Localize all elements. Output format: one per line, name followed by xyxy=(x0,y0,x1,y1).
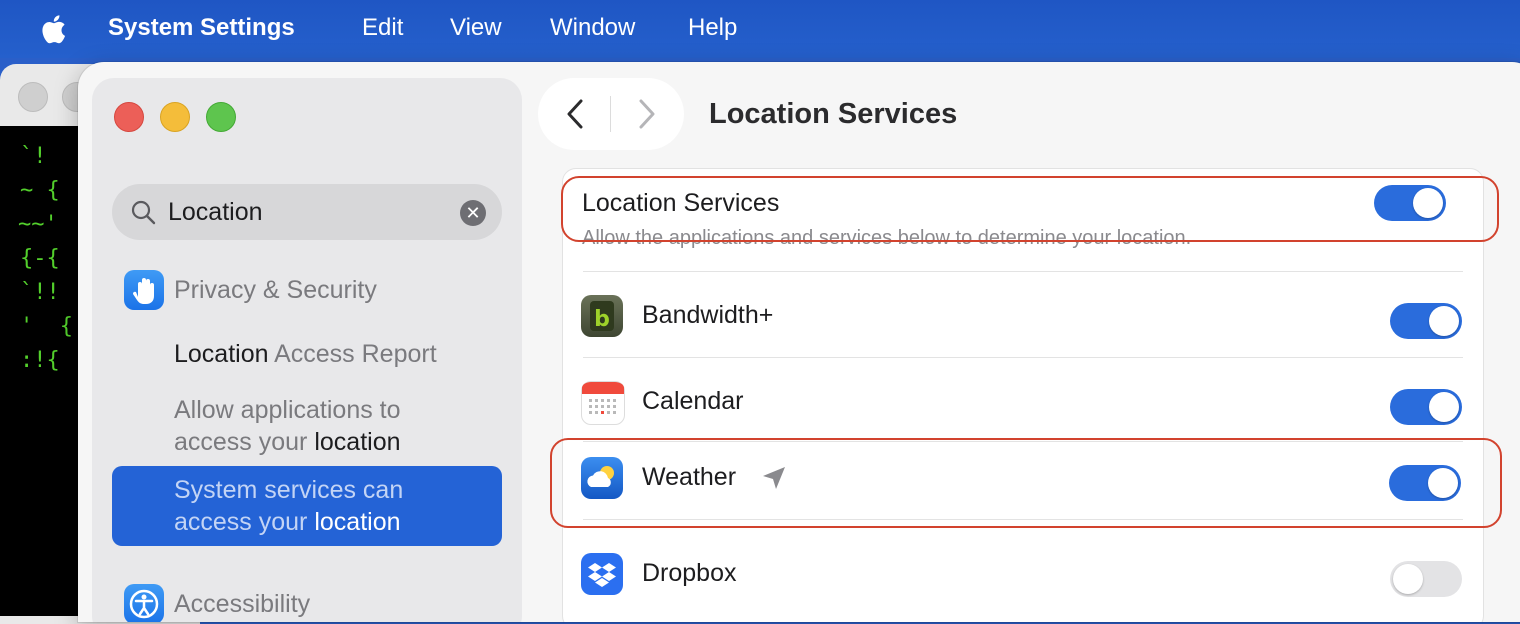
back-chevron-icon[interactable] xyxy=(564,98,586,130)
app-name-weather: Weather xyxy=(642,463,737,491)
terminal-line: :!{ xyxy=(20,348,60,373)
page-title: Location Services xyxy=(709,98,958,130)
toggle-knob xyxy=(1393,564,1423,594)
menu-app-name[interactable]: System Settings xyxy=(108,14,295,42)
divider xyxy=(583,357,1463,358)
sidebar-item-privacy-security[interactable]: Privacy & Security xyxy=(174,276,377,305)
bandwidth-icon: b xyxy=(581,295,623,337)
system-settings-window: ✕ Privacy & Security Location Access Rep… xyxy=(78,62,1520,622)
search-match-text: location xyxy=(314,508,401,536)
divider xyxy=(583,441,1463,442)
weather-icon xyxy=(581,457,623,499)
terminal-line: `!! xyxy=(20,280,60,305)
app-name-dropbox: Dropbox xyxy=(642,559,737,587)
terminal-line: `! xyxy=(20,144,47,169)
menu-view[interactable]: View xyxy=(450,14,502,42)
bandwidth-location-toggle[interactable] xyxy=(1390,303,1462,339)
search-icon xyxy=(131,200,156,225)
accessibility-icon xyxy=(124,584,164,622)
navigation-buttons xyxy=(538,78,684,150)
menu-bar: System Settings Edit View Window Help xyxy=(0,0,1520,58)
toggle-knob xyxy=(1413,188,1443,218)
location-services-label: Location Services xyxy=(582,189,780,217)
menu-help[interactable]: Help xyxy=(688,14,737,42)
sidebar-item-system-services[interactable]: System services can access your location xyxy=(112,466,502,546)
terminal-line: ' { xyxy=(20,314,73,339)
forward-chevron-icon[interactable] xyxy=(636,98,658,130)
nav-separator xyxy=(610,96,611,132)
sidebar-item-label: System services can xyxy=(174,476,404,504)
sidebar-item-label: Access Report xyxy=(268,340,437,368)
window-close-button[interactable] xyxy=(114,102,144,132)
search-match-text: location xyxy=(314,428,401,456)
location-arrow-icon xyxy=(763,467,785,489)
dropbox-icon xyxy=(581,553,623,595)
search-match-text: Location xyxy=(174,340,269,368)
divider xyxy=(583,271,1463,272)
sidebar: ✕ Privacy & Security Location Access Rep… xyxy=(92,78,522,622)
dropbox-location-toggle[interactable] xyxy=(1390,561,1462,597)
app-name-bandwidth: Bandwidth+ xyxy=(642,301,774,329)
toggle-knob xyxy=(1429,392,1459,422)
hand-icon xyxy=(124,270,164,310)
menu-edit[interactable]: Edit xyxy=(362,14,403,42)
weather-location-toggle[interactable] xyxy=(1389,465,1461,501)
terminal-line: ~ { xyxy=(20,178,60,203)
divider xyxy=(583,519,1463,520)
search-input[interactable] xyxy=(168,192,448,232)
toggle-knob xyxy=(1429,306,1459,336)
terminal-line: ~~' xyxy=(18,212,58,237)
window-zoom-button[interactable] xyxy=(206,102,236,132)
sidebar-item-label: access your xyxy=(174,508,315,536)
sidebar-item-label: Allow applications to xyxy=(174,396,401,424)
apple-logo-icon[interactable] xyxy=(38,10,72,48)
toggle-knob xyxy=(1428,468,1458,498)
terminal-line: {-{ xyxy=(20,246,60,271)
sidebar-item-label: access your xyxy=(174,428,315,456)
app-name-calendar: Calendar xyxy=(642,387,744,415)
svg-text:b: b xyxy=(594,307,610,332)
calendar-icon xyxy=(581,381,625,425)
sidebar-item-accessibility[interactable]: Accessibility xyxy=(174,590,310,619)
clear-search-icon[interactable]: ✕ xyxy=(460,200,486,226)
menu-window[interactable]: Window xyxy=(550,14,635,42)
window-minimize-button[interactable] xyxy=(160,102,190,132)
location-services-description: Allow the applications and services belo… xyxy=(582,227,1192,249)
location-services-toggle[interactable] xyxy=(1374,185,1446,221)
location-services-panel: Location Services Allow the applications… xyxy=(562,168,1484,622)
terminal-close-button[interactable] xyxy=(18,82,48,112)
calendar-location-toggle[interactable] xyxy=(1390,389,1462,425)
search-field[interactable]: ✕ xyxy=(112,184,502,240)
